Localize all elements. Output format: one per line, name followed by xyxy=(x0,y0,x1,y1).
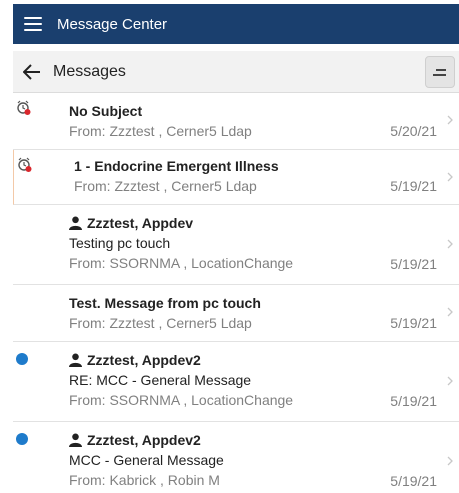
messages-toolbar: Messages xyxy=(13,51,459,93)
chevron-right-icon xyxy=(447,376,453,386)
message-subject: 1 - Endocrine Emergent Illness xyxy=(74,158,279,174)
message-row[interactable]: No Subject From: Zzztest , Cerner5 Ldap … xyxy=(13,93,459,150)
chevron-right-icon xyxy=(447,115,453,125)
chevron-right-icon xyxy=(447,239,453,249)
message-date: 5/19/21 xyxy=(390,315,437,331)
message-date: 5/19/21 xyxy=(390,393,437,409)
message-row[interactable]: 1 - Endocrine Emergent Illness From: Zzz… xyxy=(13,150,459,205)
message-subject: Testing pc touch xyxy=(69,235,171,251)
message-row[interactable]: Zzztest, Appdev Testing pc touch From: S… xyxy=(13,205,459,285)
page-title: Messages xyxy=(53,62,126,80)
person-icon xyxy=(69,433,82,447)
message-subject: Test. Message from pc touch xyxy=(69,295,261,311)
filter-button[interactable] xyxy=(425,56,455,88)
chevron-right-icon xyxy=(447,172,453,182)
app-title: Message Center xyxy=(57,15,168,33)
message-list: No Subject From: Zzztest , Cerner5 Ldap … xyxy=(13,93,459,493)
person-icon xyxy=(69,353,82,367)
hamburger-icon[interactable] xyxy=(24,17,42,31)
message-sender: Zzztest, Appdev xyxy=(87,215,194,231)
message-date: 5/19/21 xyxy=(390,256,437,272)
message-row[interactable]: Zzztest, Appdev2 MCC - General Message F… xyxy=(13,422,459,493)
alarm-icon xyxy=(16,100,32,121)
message-date: 5/19/21 xyxy=(390,178,437,194)
arrow-left-icon[interactable] xyxy=(22,62,42,82)
app-header: Message Center xyxy=(13,4,459,44)
message-date: 5/20/21 xyxy=(390,123,437,139)
filter-lines-icon xyxy=(436,68,446,71)
message-subject: MCC - General Message xyxy=(69,452,224,468)
unread-dot xyxy=(16,433,28,445)
alarm-icon xyxy=(17,157,33,178)
message-date: 5/19/21 xyxy=(390,473,437,489)
message-sender: Zzztest, Appdev2 xyxy=(87,352,201,368)
message-subject: No Subject xyxy=(69,103,143,119)
message-subject: RE: MCC - General Message xyxy=(69,372,252,388)
chevron-right-icon xyxy=(447,307,453,317)
message-row[interactable]: Test. Message from pc touch From: Zzztes… xyxy=(13,285,459,342)
person-icon xyxy=(69,216,82,230)
unread-dot xyxy=(16,353,28,365)
message-row[interactable]: Zzztest, Appdev2 RE: MCC - General Messa… xyxy=(13,342,459,422)
chevron-right-icon xyxy=(447,456,453,466)
message-sender: Zzztest, Appdev2 xyxy=(87,432,201,448)
